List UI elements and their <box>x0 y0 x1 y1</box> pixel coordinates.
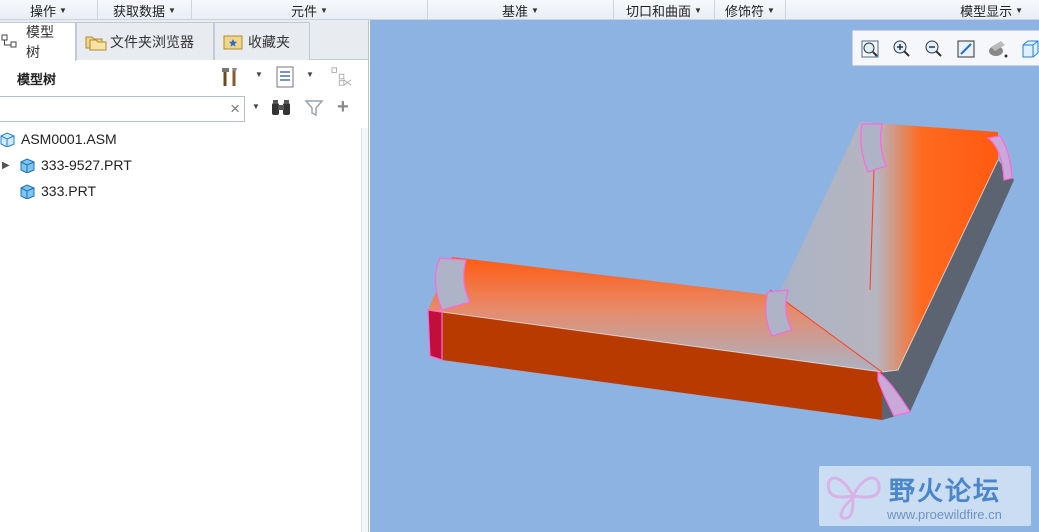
chevron-down-icon[interactable]: ▼ <box>252 102 260 111</box>
ribbon-group-operations[interactable]: 操作 ▼ <box>0 0 98 20</box>
assembly-icon <box>0 131 15 148</box>
ribbon-group-label: 基准 <box>502 3 529 19</box>
navigator-tabs: 模型树 文件夹浏览器 收藏夹 <box>0 20 368 61</box>
favorites-icon <box>223 33 243 51</box>
forum-watermark: 野火论坛 www.proewildfire.cn <box>819 466 1031 526</box>
tree-filter-disabled-icon[interactable] <box>331 66 353 88</box>
ribbon-group-label: 修饰符 <box>725 3 765 19</box>
ribbon-group-label: 切口和曲面 <box>626 3 692 19</box>
chevron-down-icon: ▼ <box>168 5 176 15</box>
ribbon-group-label: 操作 <box>30 3 57 19</box>
tree-item-part[interactable]: 333.PRT <box>20 180 96 202</box>
tab-folder-browser[interactable]: 文件夹浏览器 <box>76 22 214 60</box>
tree-item-part[interactable]: ▶ 333-9527.PRT <box>2 154 132 176</box>
folder-browser-icon <box>85 33 107 51</box>
tree-item-label: 333.PRT <box>41 183 96 199</box>
tree-item-assembly[interactable]: ASM0001.ASM <box>0 128 117 150</box>
chevron-down-icon: ▼ <box>59 5 67 15</box>
chevron-down-icon: ▼ <box>320 5 328 15</box>
chevron-down-icon[interactable]: ▼ <box>255 70 263 79</box>
ribbon-group-label: 获取数据 <box>113 3 166 19</box>
add-icon[interactable]: + <box>337 96 349 119</box>
close-icon[interactable]: × <box>230 99 240 119</box>
graphics-window[interactable]: 野火论坛 www.proewildfire.cn <box>370 20 1039 532</box>
ribbon-group-modifiers[interactable]: 修饰符 ▼ <box>715 0 786 20</box>
navigator-panel: 模型树 文件夹浏览器 收藏夹 模型树 ▼ ▼ × ▼ + ASM0001.ASM… <box>0 20 369 532</box>
repaint-icon[interactable] <box>955 38 977 60</box>
show-list-icon[interactable] <box>274 66 296 88</box>
search-field[interactable]: × <box>0 96 245 122</box>
ribbon-group-get-data[interactable]: 获取数据 ▼ <box>98 0 192 20</box>
watermark-title: 野火论坛 <box>889 477 1002 507</box>
view-toolbar <box>852 30 1039 66</box>
expand-arrow-icon[interactable]: ▶ <box>2 160 14 171</box>
chevron-down-icon: ▼ <box>767 5 775 15</box>
tab-label: 模型树 <box>26 24 54 60</box>
ribbon-group-model-display[interactable]: 模型显示 ▼ <box>786 0 1039 20</box>
settings-tools-icon[interactable] <box>220 66 242 88</box>
ribbon-group-datum[interactable]: 基准 ▼ <box>428 0 614 20</box>
tab-favorites[interactable]: 收藏夹 <box>214 22 310 60</box>
search-row: × ▼ + <box>0 95 368 123</box>
watermark-url: www.proewildfire.cn <box>887 507 1002 522</box>
search-input[interactable] <box>0 97 219 121</box>
spin-center-icon[interactable] <box>987 38 1009 60</box>
model-tree-header: 模型树 ▼ ▼ <box>0 60 368 94</box>
ribbon-group-component[interactable]: 元件 ▼ <box>192 0 428 20</box>
3d-model-view[interactable] <box>370 20 1039 532</box>
part-icon <box>20 157 35 174</box>
filter-icon[interactable] <box>304 98 324 121</box>
ribbon-group-cuts-surfaces[interactable]: 切口和曲面 ▼ <box>614 0 715 20</box>
chevron-down-icon: ▼ <box>1015 5 1023 15</box>
model-tree-icon <box>1 33 21 51</box>
zoom-in-icon[interactable] <box>891 38 913 60</box>
tree-scrollbar[interactable] <box>361 128 368 532</box>
tab-label: 文件夹浏览器 <box>110 33 194 50</box>
chevron-down-icon: ▼ <box>694 5 702 15</box>
ribbon-group-label: 元件 <box>291 3 318 19</box>
zoom-out-icon[interactable] <box>923 38 945 60</box>
model-tree-title: 模型树 <box>17 72 57 87</box>
butterfly-logo-icon <box>826 476 881 520</box>
tab-label: 收藏夹 <box>248 33 290 50</box>
ribbon-group-label: 模型显示 <box>960 3 1013 19</box>
tree-item-label: 333-9527.PRT <box>41 157 132 173</box>
refit-icon[interactable] <box>859 38 881 60</box>
chevron-down-icon: ▼ <box>531 5 539 15</box>
tree-item-label: ASM0001.ASM <box>21 131 117 147</box>
ribbon-group-bar: 操作 ▼ 获取数据 ▼ 元件 ▼ 基准 ▼ 切口和曲面 ▼ 修饰符 ▼ 模型显示 ▼ <box>0 0 1039 20</box>
chevron-down-icon[interactable]: ▼ <box>306 70 314 79</box>
tab-model-tree[interactable]: 模型树 <box>0 22 76 61</box>
binoculars-icon[interactable] <box>270 98 292 121</box>
part-icon <box>20 183 35 200</box>
display-style-icon[interactable] <box>1019 38 1039 60</box>
